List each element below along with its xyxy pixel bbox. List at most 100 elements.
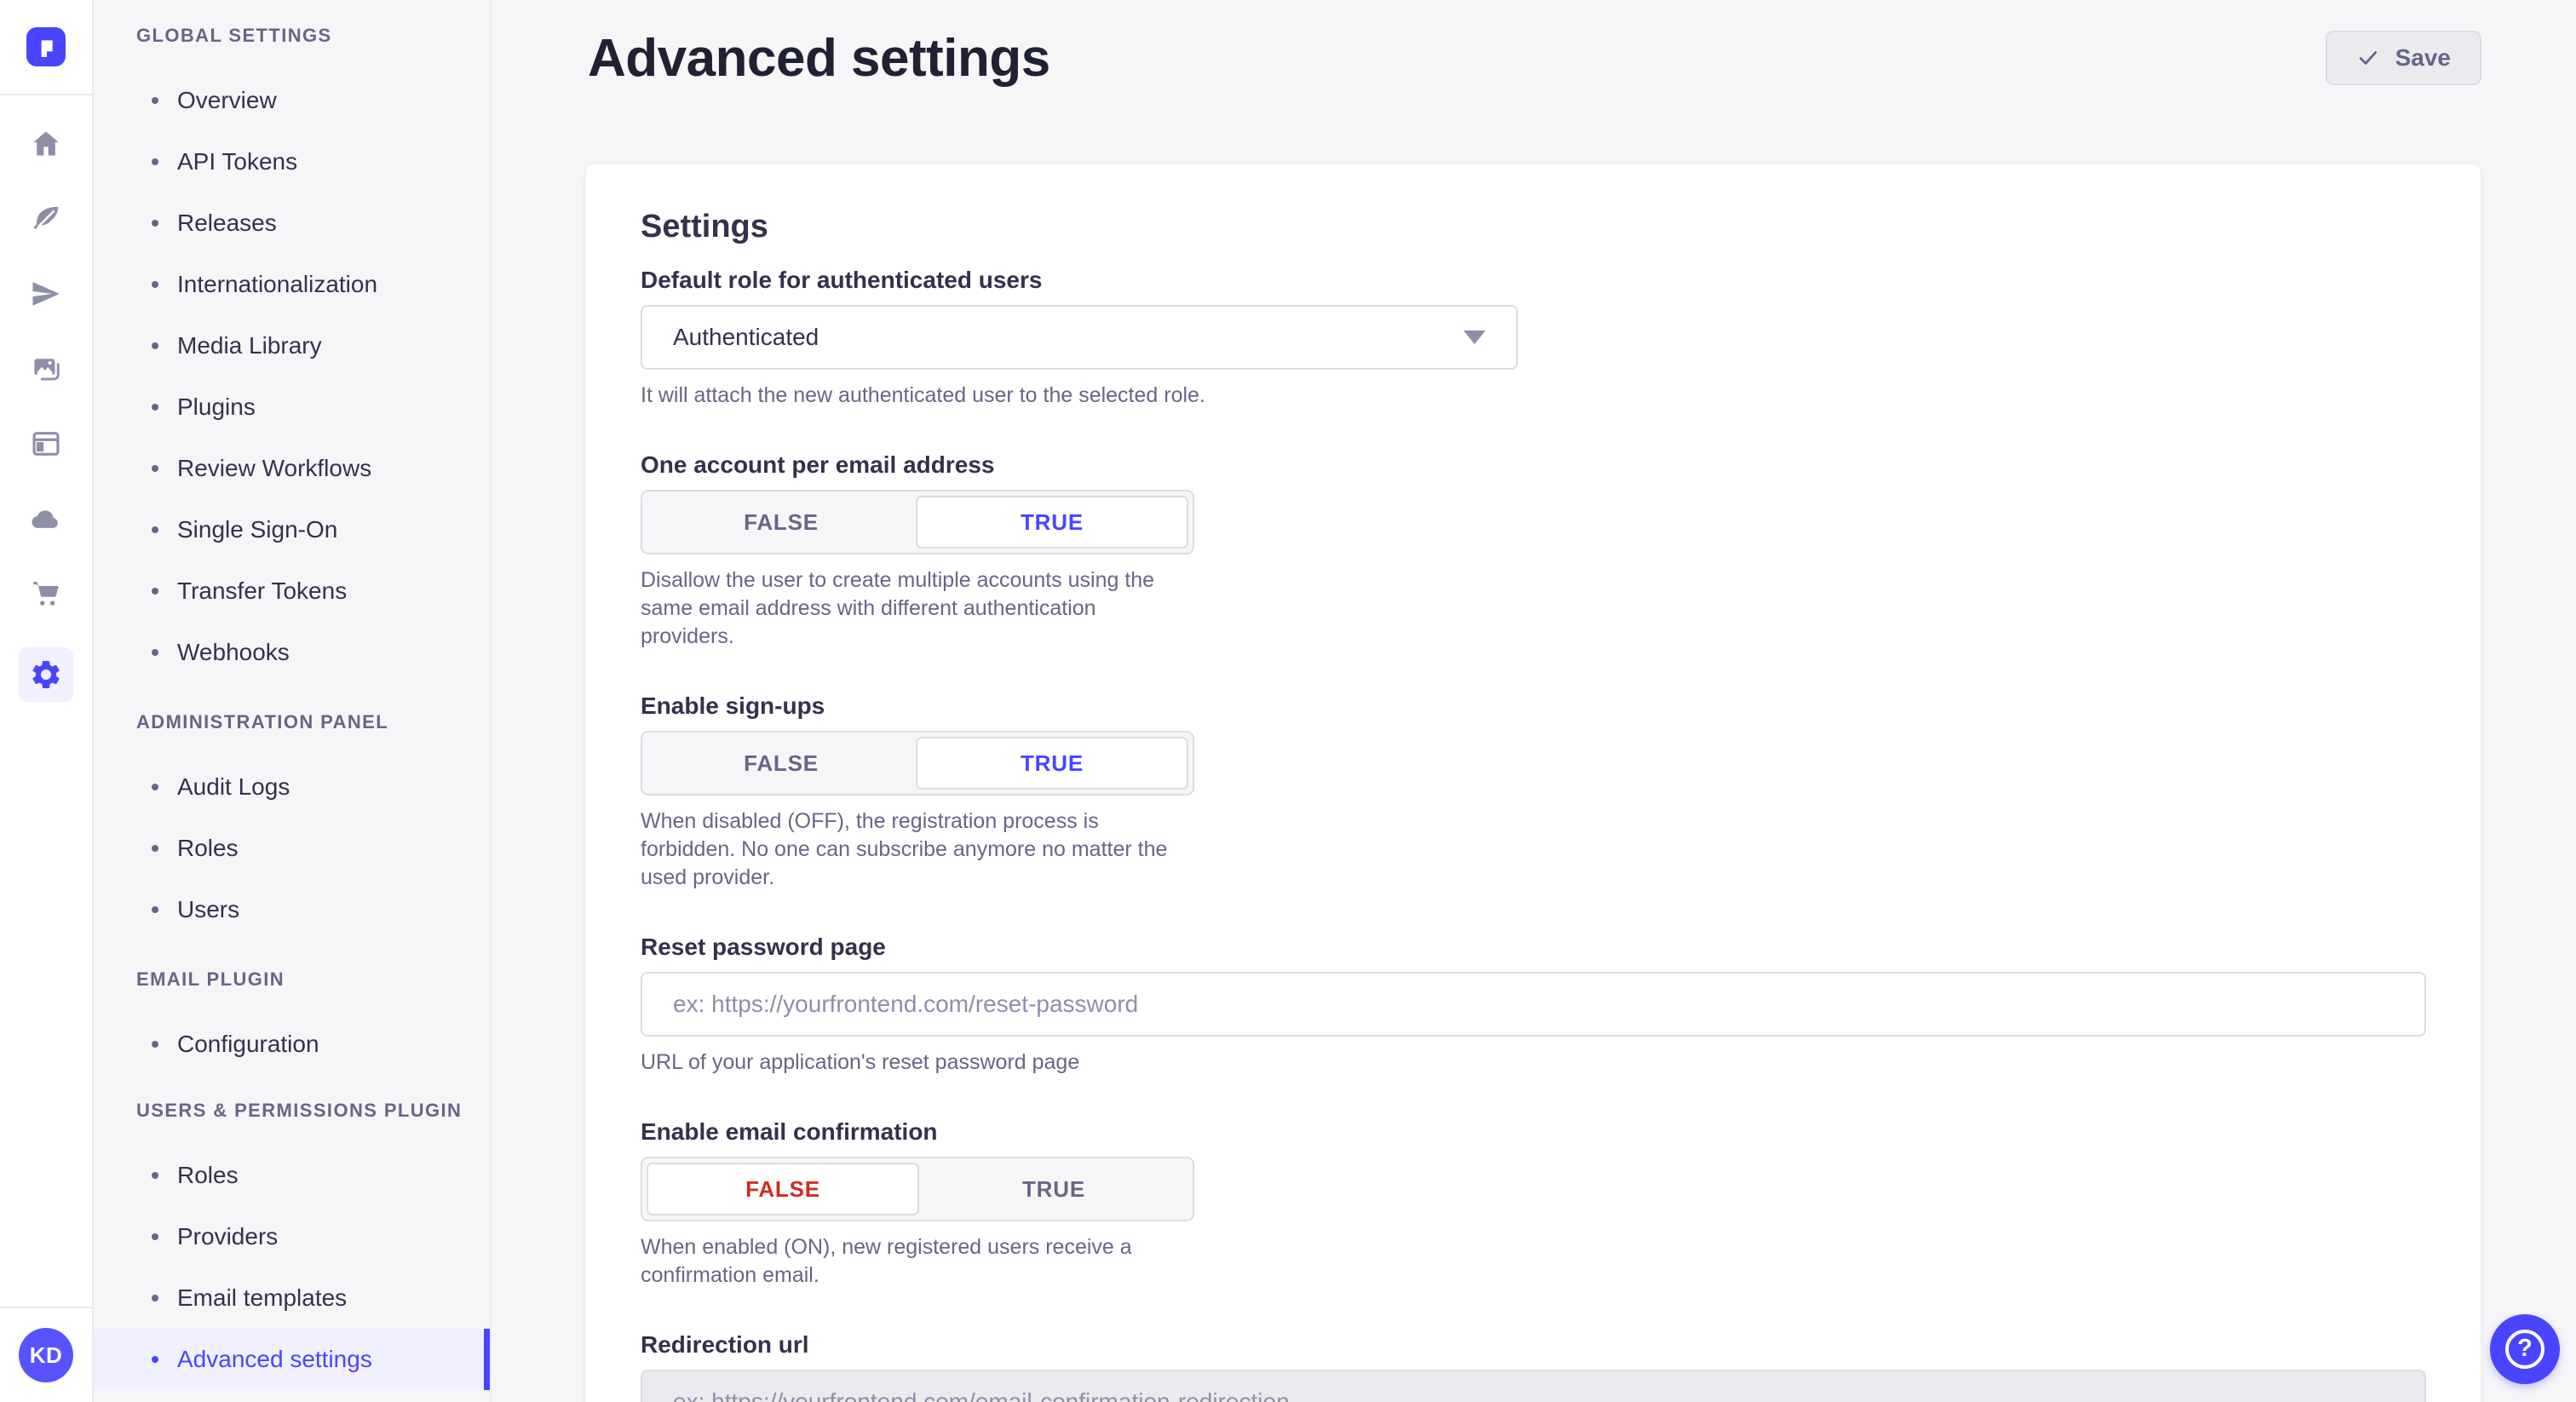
sidebar-item-releases[interactable]: Releases bbox=[94, 192, 490, 254]
reset-password-label: Reset password page bbox=[641, 933, 2426, 962]
sidebar-item-label: Configuration bbox=[177, 1031, 319, 1058]
sidebar-section-email-plugin: EMAIL PLUGIN Configuration bbox=[94, 952, 490, 1075]
rail-item-media-library[interactable] bbox=[19, 353, 73, 385]
toggle-option-true[interactable]: TRUE bbox=[919, 1163, 1188, 1215]
bullet-icon bbox=[152, 649, 158, 656]
sidebar-section-users-permissions: USERS & PERMISSIONS PLUGIN Roles Provide… bbox=[94, 1083, 490, 1390]
field-one-account: One account per email address FALSE TRUE… bbox=[641, 451, 2426, 651]
bullet-icon bbox=[152, 845, 158, 852]
sidebar-item-label: Advanced settings bbox=[177, 1346, 372, 1373]
one-account-label: One account per email address bbox=[641, 451, 2426, 480]
sidebar-item-audit-logs[interactable]: Audit Logs bbox=[94, 756, 490, 818]
check-icon bbox=[2356, 46, 2380, 70]
bullet-icon bbox=[152, 1172, 158, 1179]
gear-icon bbox=[29, 658, 63, 692]
sidebar-item-providers[interactable]: Providers bbox=[94, 1206, 490, 1267]
bullet-icon bbox=[152, 465, 158, 472]
sidebar-section-title: ADMINISTRATION PANEL bbox=[94, 695, 490, 750]
sidebar-item-transfer-tokens[interactable]: Transfer Tokens bbox=[94, 560, 490, 622]
rail-item-releases[interactable] bbox=[19, 278, 73, 310]
toggle-option-true[interactable]: TRUE bbox=[916, 737, 1188, 790]
rail-item-deploy[interactable] bbox=[19, 503, 73, 535]
settings-card: Settings Default role for authenticated … bbox=[586, 164, 2481, 1402]
sidebar-item-label: Webhooks bbox=[177, 639, 290, 666]
paper-plane-icon bbox=[30, 278, 62, 310]
strapi-logo-icon bbox=[32, 32, 60, 61]
sidebar-item-admin-users[interactable]: Users bbox=[94, 879, 490, 940]
bullet-icon bbox=[152, 281, 158, 288]
app-window: KD GLOBAL SETTINGS Overview API Tokens R… bbox=[0, 0, 2576, 1402]
default-role-label: Default role for authenticated users bbox=[641, 266, 2426, 295]
save-button[interactable]: Save bbox=[2326, 31, 2481, 85]
chevron-down-icon bbox=[1463, 330, 1486, 344]
home-icon bbox=[30, 128, 62, 160]
sidebar-item-label: Roles bbox=[177, 1162, 239, 1189]
toggle-option-false[interactable]: FALSE bbox=[647, 1163, 919, 1215]
bullet-icon bbox=[152, 97, 158, 104]
bullet-icon bbox=[152, 1295, 158, 1301]
sidebar-item-email-configuration[interactable]: Configuration bbox=[94, 1014, 490, 1075]
field-reset-password: Reset password page URL of your applicat… bbox=[641, 933, 2426, 1077]
feather-icon bbox=[30, 203, 62, 235]
rail-item-marketplace[interactable] bbox=[19, 577, 73, 610]
rail-item-settings[interactable] bbox=[19, 647, 73, 702]
bullet-icon bbox=[152, 784, 158, 790]
app-rail: KD bbox=[0, 0, 94, 1402]
default-role-select[interactable]: Authenticated bbox=[641, 305, 1518, 370]
sidebar-item-label: Releases bbox=[177, 210, 277, 237]
sidebar-item-internationalization[interactable]: Internationalization bbox=[94, 254, 490, 315]
sidebar-item-overview[interactable]: Overview bbox=[94, 70, 490, 131]
sidebar-item-email-templates[interactable]: Email templates bbox=[94, 1267, 490, 1329]
toggle-option-false[interactable]: FALSE bbox=[647, 737, 916, 790]
bullet-icon bbox=[152, 526, 158, 533]
sidebar-item-up-roles[interactable]: Roles bbox=[94, 1145, 490, 1206]
rail-item-content-manager[interactable] bbox=[19, 428, 73, 460]
sidebar-item-plugins[interactable]: Plugins bbox=[94, 376, 490, 438]
reset-password-input[interactable] bbox=[641, 972, 2426, 1037]
bullet-icon bbox=[152, 404, 158, 411]
email-confirmation-toggle[interactable]: FALSE TRUE bbox=[641, 1157, 1194, 1221]
page-header: Advanced settings Save bbox=[492, 0, 2576, 94]
sidebar-item-webhooks[interactable]: Webhooks bbox=[94, 622, 490, 683]
bullet-icon bbox=[152, 588, 158, 595]
page-title: Advanced settings bbox=[588, 28, 1050, 89]
sidebar-item-label: Email templates bbox=[177, 1284, 347, 1312]
bullet-icon bbox=[152, 1041, 158, 1048]
sidebar-item-label: Internationalization bbox=[177, 271, 377, 298]
cart-icon bbox=[30, 577, 62, 610]
field-default-role: Default role for authenticated users Aut… bbox=[641, 266, 2426, 410]
sidebar-item-label: Users bbox=[177, 896, 239, 923]
field-redirection-url: Redirection url bbox=[641, 1330, 2426, 1402]
user-avatar[interactable]: KD bbox=[19, 1328, 73, 1382]
enable-signups-hint: When disabled (OFF), the registration pr… bbox=[641, 807, 2426, 892]
toggle-option-true[interactable]: TRUE bbox=[916, 496, 1188, 549]
bullet-icon bbox=[152, 1356, 158, 1363]
one-account-toggle[interactable]: FALSE TRUE bbox=[641, 490, 1194, 554]
sidebar-section-title: EMAIL PLUGIN bbox=[94, 952, 490, 1007]
sidebar-item-advanced-settings[interactable]: Advanced settings bbox=[94, 1329, 490, 1390]
sidebar-item-label: Plugins bbox=[177, 394, 256, 421]
reset-password-hint: URL of your application's reset password… bbox=[641, 1049, 2426, 1077]
enable-signups-label: Enable sign-ups bbox=[641, 692, 2426, 721]
bullet-icon bbox=[152, 158, 158, 165]
sidebar-item-api-tokens[interactable]: API Tokens bbox=[94, 131, 490, 192]
email-confirmation-label: Enable email confirmation bbox=[641, 1118, 2426, 1146]
sidebar-item-media-library[interactable]: Media Library bbox=[94, 315, 490, 376]
sidebar-item-review-workflows[interactable]: Review Workflows bbox=[94, 438, 490, 499]
bullet-icon bbox=[152, 906, 158, 913]
sidebar-item-label: Providers bbox=[177, 1223, 278, 1250]
sidebar-item-admin-roles[interactable]: Roles bbox=[94, 818, 490, 879]
sidebar-item-label: Audit Logs bbox=[177, 773, 290, 801]
bullet-icon bbox=[152, 342, 158, 349]
sidebar-section-title: USERS & PERMISSIONS PLUGIN bbox=[94, 1083, 490, 1138]
sidebar-item-label: Media Library bbox=[177, 332, 322, 359]
toggle-option-false[interactable]: FALSE bbox=[647, 496, 916, 549]
rail-item-home[interactable] bbox=[19, 128, 73, 160]
redirection-url-input bbox=[641, 1370, 2426, 1402]
help-button[interactable]: ? bbox=[2490, 1314, 2560, 1384]
sidebar-item-single-sign-on[interactable]: Single Sign-On bbox=[94, 499, 490, 560]
question-mark-icon: ? bbox=[2505, 1330, 2544, 1369]
strapi-logo[interactable] bbox=[26, 27, 66, 66]
rail-item-content-builder[interactable] bbox=[19, 203, 73, 235]
enable-signups-toggle[interactable]: FALSE TRUE bbox=[641, 731, 1194, 796]
